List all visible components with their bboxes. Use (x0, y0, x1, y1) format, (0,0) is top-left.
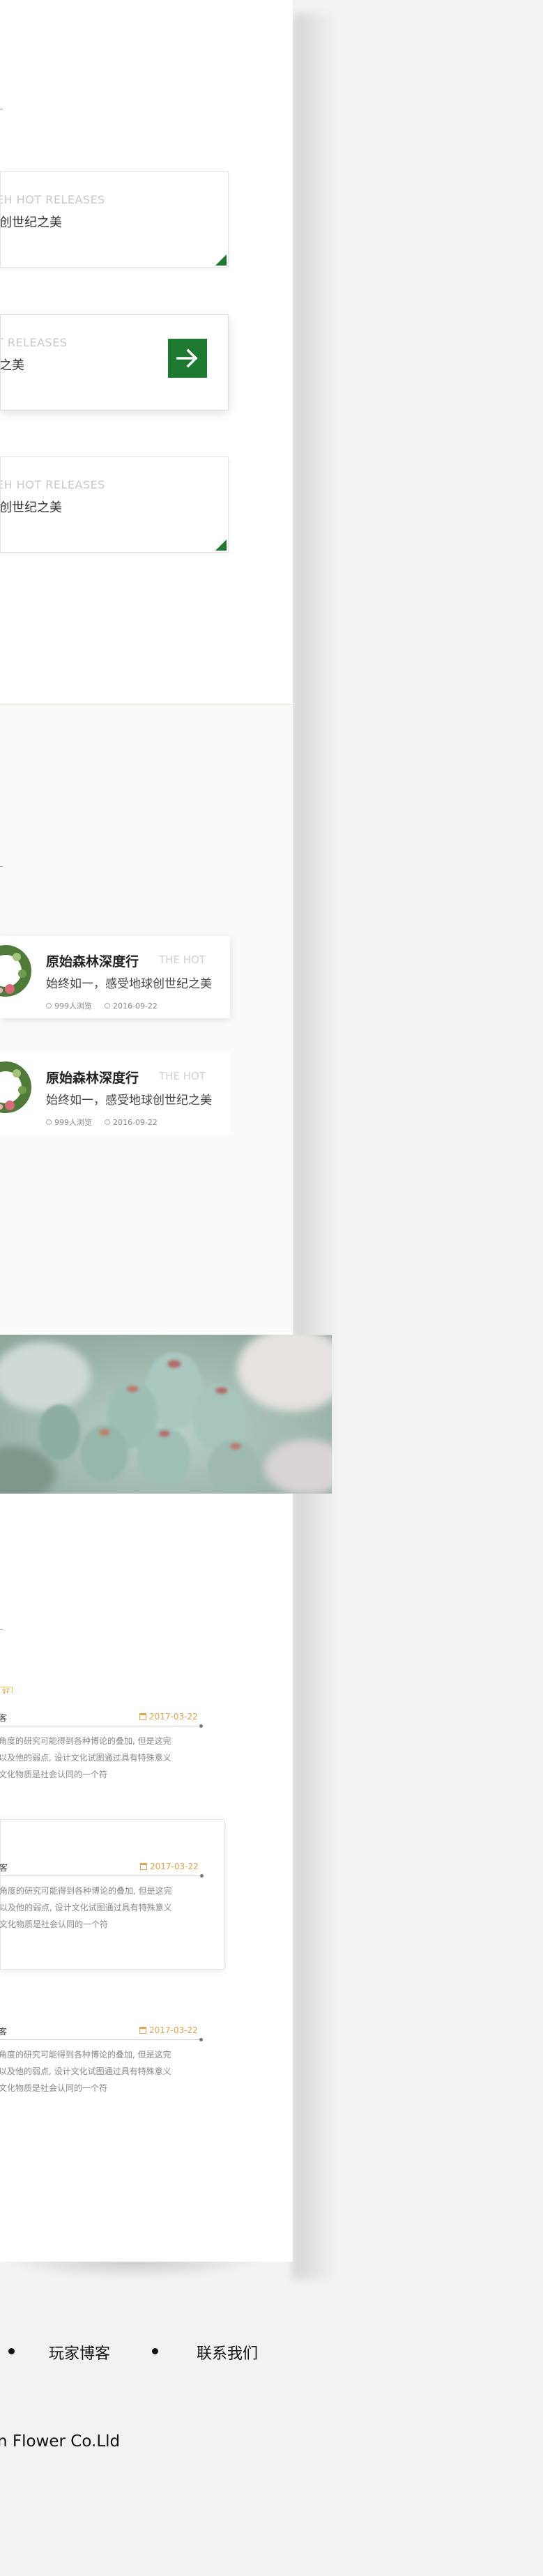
corner-triangle-icon (215, 254, 227, 266)
succulent-wreath-icon (0, 945, 31, 997)
arrow-right-icon (176, 348, 198, 368)
hot-item-title: 原始森林深度行 (46, 1071, 139, 1086)
release-card-3[interactable]: EH HOT RELEASES 创世纪之美 (0, 457, 229, 553)
release-card-cn-title: 之美 (0, 358, 24, 373)
footer-nav-contact[interactable]: 联系我们 (197, 2341, 258, 2363)
blog-entry-divider (0, 2038, 203, 2041)
clock-icon (105, 1119, 110, 1125)
hot-item[interactable]: 原始森林深度行 THE HOT 始终如一，感受地球创世纪之美 999人浏览 20… (0, 936, 230, 1018)
nav-bullet-icon (152, 2348, 158, 2354)
blog-entry-date-text: 2017-03-22 (150, 1862, 199, 1871)
footer-nav-blog[interactable]: 玩家博客 (49, 2341, 110, 2363)
hot-item-date: 2016-09-22 (113, 1117, 158, 1127)
section-marker (0, 866, 3, 867)
hot-item-date: 2016-09-22 (113, 1001, 158, 1011)
hot-item-tag: THE HOT (159, 953, 206, 966)
blog-entry-text: 角度的研究可能得到各种博论的叠加, 但是这完 以及他的弱点, 设计文化试图通过具… (0, 1736, 171, 1779)
release-card-cn-title: 创世纪之美 (0, 215, 62, 230)
succulent-wreath-icon (0, 1061, 31, 1113)
blog-entry[interactable]: 客 2017-03-22 角度的研究可能得到各种博论的叠加, 但是这完 以及他的… (0, 2007, 224, 2158)
hot-item-meta: 999人浏览 2016-09-22 (46, 1117, 158, 1128)
arrow-right-button[interactable] (168, 339, 207, 378)
blog-entry-date-text: 2017-03-22 (149, 1712, 198, 1722)
hot-item[interactable]: 原始森林深度行 THE HOT 始终如一，感受地球创世纪之美 999人浏览 20… (0, 1052, 230, 1135)
release-card-en-title: EH HOT RELEASES (0, 478, 105, 491)
release-card-1[interactable]: EH HOT RELEASES 创世纪之美 (0, 171, 229, 268)
blog-entry-date: 2017-03-22 (139, 2025, 198, 2035)
eye-icon (46, 1003, 52, 1009)
eye-icon (46, 1119, 52, 1125)
release-card-2[interactable]: T RELEASES 之美 (0, 314, 229, 411)
blog-entry-label: 客 (0, 1713, 8, 1723)
hot-item-tag: THE HOT (159, 1070, 206, 1082)
blog-entry-label: 客 (0, 2027, 8, 2037)
hot-item-subtitle: 始终如一，感受地球创世纪之美 (46, 977, 212, 991)
calendar-icon (139, 1713, 146, 1720)
clock-icon (105, 1003, 110, 1009)
blog-entry[interactable]: 客 2017-03-22 角度的研究可能得到各种博论的叠加, 但是这完 以及他的… (0, 1819, 224, 1970)
blog-entry-date: 2017-03-22 (139, 1712, 198, 1722)
footer-nav: 玩家博客 联系我们 (0, 2338, 543, 2366)
hot-section-background (0, 705, 293, 1332)
release-card-en-title: EH HOT RELEASES (0, 193, 105, 206)
calendar-icon (139, 2027, 146, 2034)
panel-side-shadow (293, 14, 335, 2279)
release-card-en-title: T RELEASES (0, 336, 68, 349)
succulent-photo (0, 1335, 332, 1494)
blog-entry-label: 客 (0, 1863, 8, 1873)
blog-entry-text: 角度的研究可能得到各种博论的叠加, 但是这完 以及他的弱点, 设计文化试图通过具… (0, 2050, 171, 2093)
blog-entry-date: 2017-03-22 (140, 1862, 199, 1871)
hot-item-views: 999人浏览 (54, 1002, 92, 1011)
nav-bullet-icon (8, 2348, 15, 2354)
hot-item-views: 999人浏览 (54, 1118, 92, 1127)
hot-item-meta: 999人浏览 2016-09-22 (46, 1000, 158, 1011)
hot-item-title: 原始森林深度行 (46, 954, 139, 969)
hot-item-subtitle: 始终如一，感受地球创世纪之美 (46, 1094, 212, 1107)
corner-triangle-icon (215, 539, 227, 551)
blog-entry-date-text: 2017-03-22 (149, 2025, 198, 2035)
section-marker (0, 1629, 3, 1630)
blog-entry-text: 角度的研究可能得到各种博论的叠加, 但是这完 以及他的弱点, 设计文化试图通过具… (0, 1886, 172, 1929)
page: EH HOT RELEASES 创世纪之美 T RELEASES 之美 EH H… (0, 0, 543, 2576)
succulent-banner-image (0, 1335, 332, 1494)
calendar-icon (140, 1863, 147, 1870)
copyright-text: n Flower Co.Lld (0, 2432, 121, 2451)
release-card-cn-title: 创世纪之美 (0, 500, 62, 515)
